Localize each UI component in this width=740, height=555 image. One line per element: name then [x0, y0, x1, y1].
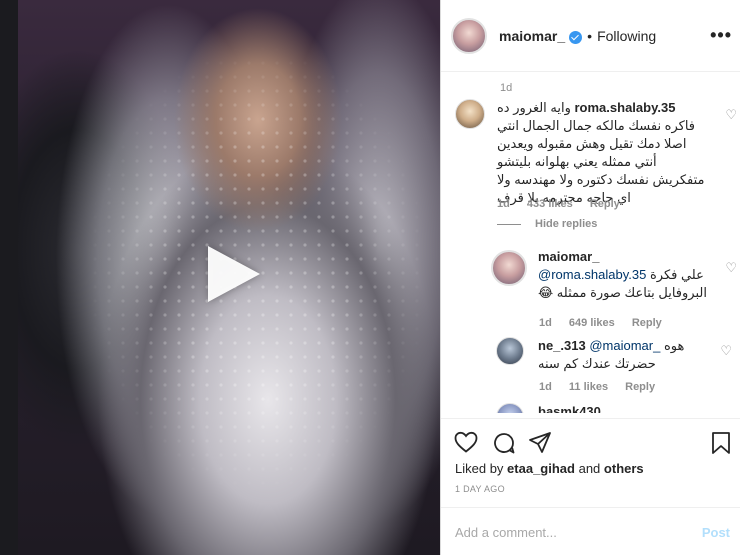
- comment-time: 1d: [497, 198, 510, 210]
- save-bookmark-icon[interactable]: [711, 431, 731, 455]
- caption-timestamp: 1d: [500, 82, 513, 94]
- reply-username[interactable]: maiomar_: [538, 248, 718, 266]
- like-comment-heart-icon[interactable]: ♡: [725, 107, 737, 123]
- reply-likes[interactable]: 649 likes: [569, 317, 615, 329]
- reply-avatar[interactable]: [496, 337, 524, 365]
- following-button[interactable]: Following: [597, 28, 656, 44]
- liked-by-and: and: [578, 461, 601, 476]
- comment-reply-button[interactable]: Reply: [590, 198, 620, 210]
- reply-likes[interactable]: 11 likes: [569, 381, 608, 393]
- reply-avatar[interactable]: [491, 250, 527, 286]
- reply-text: علي فكرة: [649, 267, 704, 282]
- add-comment-input[interactable]: [455, 525, 675, 540]
- reply-username[interactable]: basmk430: [538, 404, 601, 413]
- post-header: maiomar_ • Following •••: [441, 0, 740, 72]
- verified-badge-icon: [569, 31, 583, 44]
- comment-text: وايه الغرور ده فاكره نفسك مالكه جمال الج…: [497, 100, 705, 205]
- reply-first-line: @roma.shalaby.35 علي فكرة: [538, 266, 718, 284]
- reply-mention[interactable]: @roma.shalaby.35: [538, 267, 646, 282]
- hide-replies-label[interactable]: Hide replies: [535, 218, 597, 230]
- reply-second-line: حضرتك عندك كم سنه: [538, 356, 656, 371]
- like-heart-icon[interactable]: [454, 431, 478, 453]
- hide-replies-line: [497, 223, 521, 225]
- more-options-icon[interactable]: •••: [710, 25, 732, 46]
- header-separator: •: [587, 27, 593, 44]
- like-reply-heart-icon[interactable]: ♡: [725, 260, 737, 276]
- reply-second-line: البروفايل بتاعك صورة ممثله 😂: [538, 285, 707, 300]
- reply-mention[interactable]: @maiomar_: [589, 338, 660, 353]
- comment-meta: 1d 433 likes Reply: [497, 198, 634, 210]
- author-avatar[interactable]: [451, 17, 487, 54]
- liked-by-others[interactable]: others: [604, 461, 644, 476]
- reply-time: 1d: [539, 381, 552, 393]
- share-paper-plane-icon[interactable]: [528, 431, 552, 455]
- hide-replies-toggle[interactable]: Hide replies: [497, 218, 611, 230]
- post-side-panel: maiomar_ • Following ••• 1d roma.shalaby…: [441, 0, 740, 555]
- comment-body: roma.shalaby.35 وايه الغرور ده فاكره نفس…: [497, 99, 709, 207]
- post-date: 1 DAY AGO: [455, 484, 505, 494]
- post-actions-bar: [441, 418, 740, 458]
- add-comment-bar: Post: [441, 507, 740, 555]
- comment-bubble-icon[interactable]: [492, 431, 516, 455]
- commenter-avatar[interactable]: [455, 99, 485, 129]
- author-username[interactable]: maiomar_: [499, 28, 565, 44]
- left-edge: [0, 0, 18, 555]
- reply-first-line: ne_.313 @maiomar_ هوه: [538, 337, 713, 355]
- reply-meta: 1d 11 likes Reply: [539, 381, 669, 393]
- reply-reply-button[interactable]: Reply: [625, 381, 655, 393]
- reply-reply-button[interactable]: Reply: [632, 317, 662, 329]
- reply-avatar[interactable]: [496, 403, 524, 413]
- like-reply-heart-icon[interactable]: ♡: [720, 343, 732, 359]
- liked-by-user[interactable]: etaa_gihad: [507, 461, 575, 476]
- post-video[interactable]: [18, 0, 440, 555]
- play-icon[interactable]: [208, 246, 260, 302]
- liked-by-line: Liked by etaa_gihad and others: [455, 461, 644, 476]
- reply-username[interactable]: ne_.313: [538, 338, 586, 353]
- liked-by-prefix: Liked by: [455, 461, 504, 476]
- instagram-post-window: maiomar_ • Following ••• 1d roma.shalaby…: [0, 0, 740, 555]
- reply-text: هوه: [663, 338, 685, 353]
- comment-username[interactable]: roma.shalaby.35: [575, 100, 676, 115]
- post-comment-button[interactable]: Post: [702, 525, 730, 540]
- reply-meta: 1d 649 likes Reply: [539, 317, 676, 329]
- comments-list[interactable]: 1d roma.shalaby.35 وايه الغرور ده فاكره …: [441, 73, 740, 413]
- reply-time: 1d: [539, 317, 552, 329]
- comment-likes[interactable]: 433 likes: [527, 198, 573, 210]
